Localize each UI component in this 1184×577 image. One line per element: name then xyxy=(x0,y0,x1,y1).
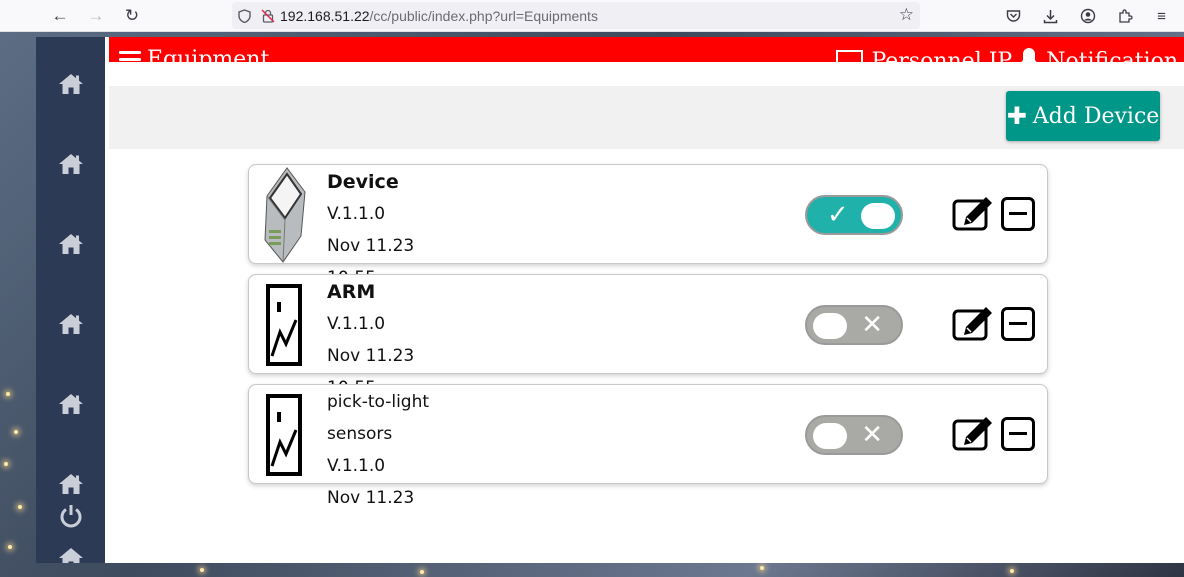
reload-button[interactable]: ↻ xyxy=(114,0,150,32)
device-name: pick-to-light xyxy=(327,392,430,412)
back-button[interactable]: ← xyxy=(42,0,78,32)
bookmark-star-icon[interactable]: ☆ xyxy=(899,5,914,25)
shield-icon xyxy=(232,8,256,23)
pocket-icon[interactable] xyxy=(995,0,1032,32)
sidebar-item-home-4[interactable] xyxy=(36,309,105,339)
plus-icon: ✚ xyxy=(1006,102,1027,130)
edit-button[interactable] xyxy=(952,415,994,451)
close-icon: ✕ xyxy=(861,310,883,340)
account-icon[interactable] xyxy=(1069,0,1106,32)
sidebar-item-logout[interactable] xyxy=(36,501,105,531)
device-date: Nov 11.23 xyxy=(327,236,415,256)
edit-button[interactable] xyxy=(952,305,994,341)
remove-button[interactable] xyxy=(1001,417,1035,451)
home-icon xyxy=(58,313,84,335)
checkmark-icon: ✓ xyxy=(827,200,849,230)
toggle-knob xyxy=(861,203,895,229)
remove-button[interactable] xyxy=(1001,197,1035,231)
device-name-line2: sensors xyxy=(327,424,393,444)
home-icon xyxy=(58,153,84,175)
notification-link[interactable]: Notification xyxy=(1046,49,1178,63)
edit-icon xyxy=(952,307,992,341)
sidebar-item-home-6[interactable] xyxy=(36,469,105,499)
device-toggle-off[interactable]: ✕ xyxy=(805,305,903,345)
device-card: Device V.1.1.0 Nov 11.23 10:55 ✓ xyxy=(248,164,1048,288)
sidebar-item-home-1[interactable] xyxy=(36,69,105,99)
image-placeholder-icon xyxy=(259,385,309,485)
browser-toolbar: ← → ↻ 192.168.51.22/cc/public/index.php?… xyxy=(0,0,1184,32)
home-icon xyxy=(58,547,84,563)
address-bar[interactable]: 192.168.51.22/cc/public/index.php?url=Eq… xyxy=(232,2,920,29)
hamburger-icon xyxy=(119,50,141,63)
sidebar-item-home-7[interactable] xyxy=(36,547,105,563)
extensions-icon[interactable] xyxy=(1106,0,1143,32)
app-menu-icon[interactable]: ≡ xyxy=(1143,0,1180,32)
url-host: 192.168.51.22 xyxy=(280,7,370,24)
device-version: V.1.1.0 xyxy=(327,456,386,476)
power-icon xyxy=(58,503,84,529)
device-image xyxy=(259,165,309,265)
device-name: Device xyxy=(327,171,399,193)
home-icon xyxy=(58,233,84,255)
personnel-link[interactable]: Personnel IP xyxy=(871,49,1012,63)
edit-icon xyxy=(952,417,992,451)
add-device-button[interactable]: ✚ Add Device xyxy=(1006,91,1160,141)
device-card: pick-to-light sensors V.1.1.0 Nov 11.23 … xyxy=(248,384,1048,508)
device-date: Nov 11.23 xyxy=(327,488,415,508)
device-version: V.1.1.0 xyxy=(327,204,386,224)
forward-button[interactable]: → xyxy=(78,0,114,32)
device-version: V.1.1.0 xyxy=(327,314,386,334)
device-name: ARM xyxy=(327,281,376,303)
image-placeholder-icon xyxy=(259,275,309,375)
home-icon xyxy=(58,73,84,95)
toolbar: ✚ Add Device xyxy=(109,86,1184,149)
bell-icon xyxy=(1020,47,1038,62)
sidebar-item-home-3[interactable] xyxy=(36,229,105,259)
sidebar-item-home-5[interactable] xyxy=(36,389,105,419)
sidebar-item-home-2[interactable] xyxy=(36,149,105,179)
edit-icon xyxy=(952,197,992,231)
url-path: /cc/public/index.php?url=Equipments xyxy=(369,7,598,24)
add-device-label: Add Device xyxy=(1032,103,1160,129)
home-icon xyxy=(58,473,84,495)
menu-toggle[interactable]: Equipment xyxy=(119,47,269,62)
remove-button[interactable] xyxy=(1001,307,1035,341)
personnel-icon xyxy=(836,50,864,62)
toggle-knob xyxy=(813,423,847,449)
device-toggle-on[interactable]: ✓ xyxy=(805,195,903,235)
insecure-lock-icon xyxy=(256,8,280,23)
home-icon xyxy=(58,393,84,415)
toggle-knob xyxy=(813,313,847,339)
device-toggle-off[interactable]: ✕ xyxy=(805,415,903,455)
app-window: Equipment Personnel IP Notification ✚ Ad… xyxy=(36,37,1184,563)
top-bar: Equipment Personnel IP Notification xyxy=(109,37,1184,62)
page-title: Equipment xyxy=(147,47,270,62)
close-icon: ✕ xyxy=(861,420,883,450)
device-card: ARM V.1.1.0 Nov 11.23 10:55 ✕ xyxy=(248,274,1048,398)
device-date: Nov 11.23 xyxy=(327,346,415,366)
download-icon[interactable] xyxy=(1032,0,1069,32)
edit-button[interactable] xyxy=(952,195,994,231)
sidebar xyxy=(36,37,105,563)
